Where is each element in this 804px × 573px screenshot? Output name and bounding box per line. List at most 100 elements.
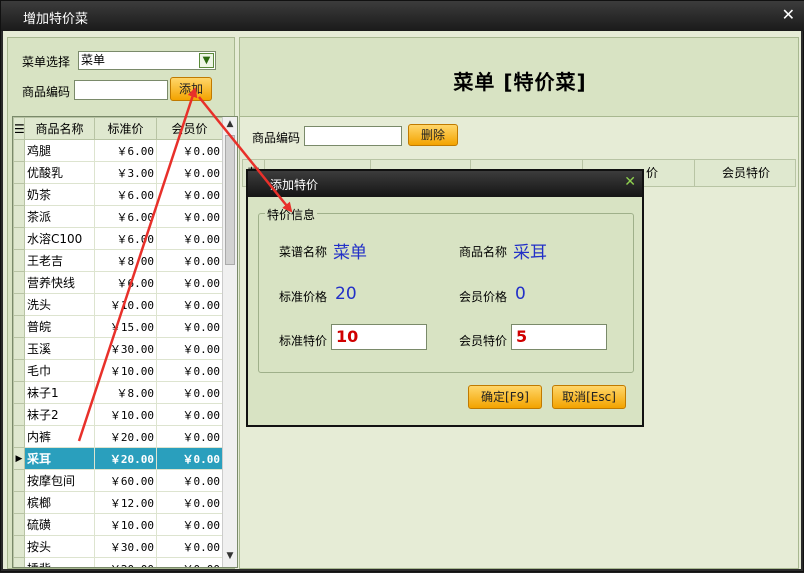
right-code-input[interactable]	[304, 126, 402, 146]
column-header-name[interactable]: 商品名称	[24, 117, 95, 140]
std-price-cell: ￥10.00	[94, 359, 157, 382]
window-title: 增加特价菜	[23, 12, 89, 27]
member-price-cell: ￥0.00	[156, 183, 223, 206]
table-row[interactable]: 奶茶 ￥6.00 ￥0.00	[13, 183, 223, 206]
std-price-cell: ￥12.00	[94, 491, 157, 514]
std-price-label: 标准价格	[279, 290, 328, 304]
std-price-cell: ￥20.00	[94, 425, 157, 448]
scroll-up-icon[interactable]: ▲	[223, 119, 237, 133]
member-price-cell: ￥0.00	[156, 381, 223, 404]
row-indicator[interactable]	[13, 293, 25, 316]
row-indicator[interactable]	[13, 249, 25, 272]
table-row[interactable]: 捶背￥20.00￥0.00	[13, 557, 223, 567]
code-label: 商品编码	[22, 85, 71, 99]
cancel-button[interactable]: 取消[Esc]	[552, 385, 626, 409]
product-name-cell: 茶派	[24, 205, 95, 228]
product-name-cell: 普皖	[24, 315, 95, 338]
std-price-cell: ￥6.00	[94, 183, 157, 206]
product-name-cell: 洗头	[24, 293, 95, 316]
row-indicator[interactable]	[13, 139, 25, 162]
table-row[interactable]: 优酸乳 ￥3.00 ￥0.00	[13, 161, 223, 184]
std-price-cell: ￥30.00	[94, 535, 157, 558]
row-indicator[interactable]	[13, 381, 25, 404]
product-name-cell: 水溶C100	[24, 227, 95, 250]
row-indicator[interactable]	[13, 557, 25, 567]
column-header-member-special[interactable]: 会员特价	[695, 160, 797, 186]
table-row[interactable]: 按摩包间 ￥60.00 ￥0.00	[13, 469, 223, 492]
table-row[interactable]: ▶ 采耳 ￥20.00 ￥0.00	[13, 447, 223, 470]
table-row[interactable]: 毛巾 ￥10.00 ￥0.00	[13, 359, 223, 382]
right-code-label: 商品编码	[252, 131, 301, 145]
std-price-cell: ￥20.00	[94, 557, 157, 567]
column-header-std-price[interactable]: 标准价	[94, 117, 157, 140]
product-name-cell: 玉溪	[24, 337, 95, 360]
row-indicator[interactable]	[13, 337, 25, 360]
row-indicator[interactable]	[13, 227, 25, 250]
member-price-cell: ￥0.00	[156, 447, 223, 470]
product-grid-header: ☰ 商品名称 标准价 会员价	[13, 117, 223, 140]
std-special-input[interactable]: 10	[331, 324, 427, 350]
member-price-cell: ￥0.00	[156, 491, 223, 514]
member-price-cell: ￥0.00	[156, 425, 223, 448]
code-input[interactable]	[74, 80, 168, 100]
product-name-cell: 王老吉	[24, 249, 95, 272]
dialog-title: 添加特价	[270, 178, 319, 192]
close-icon[interactable]: ✕	[782, 5, 795, 24]
confirm-button[interactable]: 确定[F9]	[468, 385, 542, 409]
table-row[interactable]: 按头 ￥30.00 ￥0.00	[13, 535, 223, 558]
product-name-cell: 按头	[24, 535, 95, 558]
delete-button[interactable]: 删除	[408, 124, 458, 146]
table-row[interactable]: 茶派 ￥6.00 ￥0.00	[13, 205, 223, 228]
vertical-scrollbar[interactable]: ▲ ▼	[222, 117, 237, 567]
table-row[interactable]: 水溶C100 ￥6.00 ￥0.00	[13, 227, 223, 250]
column-header-member-price[interactable]: 会员价	[156, 117, 223, 140]
member-price-label: 会员价格	[459, 290, 508, 304]
product-name-cell: 按摩包间	[24, 469, 95, 492]
close-icon[interactable]: ✕	[624, 174, 636, 190]
row-pointer-icon[interactable]: ▶	[13, 447, 25, 470]
member-price-cell: ￥0.00	[156, 403, 223, 426]
row-indicator[interactable]	[13, 491, 25, 514]
member-price-cell: ￥0.00	[156, 513, 223, 536]
menu-name-value: 菜单	[333, 243, 367, 263]
std-price-cell: ￥8.00	[94, 249, 157, 272]
menu-select[interactable]: 菜单 ▼	[78, 51, 216, 70]
table-row[interactable]: 营养快线 ￥6.00 ￥0.00	[13, 271, 223, 294]
table-row[interactable]: 内裤 ￥20.00 ￥0.00	[13, 425, 223, 448]
add-button[interactable]: 添加	[170, 77, 212, 101]
member-price-value: 0	[515, 284, 526, 304]
table-row[interactable]: 槟榔 ￥12.00 ￥0.00	[13, 491, 223, 514]
product-name-value: 采耳	[513, 243, 547, 263]
row-indicator[interactable]	[13, 513, 25, 536]
table-row[interactable]: 玉溪 ￥30.00 ￥0.00	[13, 337, 223, 360]
member-special-input[interactable]: 5	[511, 324, 607, 350]
table-row[interactable]: 袜子1 ￥8.00 ￥0.00	[13, 381, 223, 404]
product-name-cell: 槟榔	[24, 491, 95, 514]
special-info-group: 特价信息 菜谱名称 菜单 商品名称 采耳 标准价格 20 会员价格 0 标准特价…	[258, 206, 634, 373]
row-indicator[interactable]	[13, 271, 25, 294]
member-special-label: 会员特价	[459, 334, 508, 348]
table-row[interactable]: 鸡腿 ￥6.00 ￥0.00	[13, 139, 223, 162]
product-table: ☰ 商品名称 标准价 会员价 鸡腿 ￥6.00 ￥0.00 优酸乳 ￥3.00 ￥0.00…	[13, 117, 223, 567]
table-row[interactable]: 洗头 ￥10.00 ￥0.00	[13, 293, 223, 316]
chevron-down-icon[interactable]: ▼	[199, 53, 214, 68]
row-indicator[interactable]	[13, 359, 25, 382]
scroll-down-icon[interactable]: ▼	[223, 551, 237, 565]
row-indicator[interactable]	[13, 161, 25, 184]
row-indicator[interactable]	[13, 205, 25, 228]
product-name-cell: 袜子2	[24, 403, 95, 426]
row-indicator[interactable]	[13, 535, 25, 558]
row-indicator[interactable]	[13, 425, 25, 448]
row-indicator[interactable]	[13, 403, 25, 426]
table-row[interactable]: 普皖 ￥15.00 ￥0.00	[13, 315, 223, 338]
table-row[interactable]: 硫磺 ￥10.00 ￥0.00	[13, 513, 223, 536]
table-row[interactable]: 王老吉 ￥8.00 ￥0.00	[13, 249, 223, 272]
table-row[interactable]: 袜子2 ￥10.00 ￥0.00	[13, 403, 223, 426]
product-name-cell: 优酸乳	[24, 161, 95, 184]
row-indicator[interactable]	[13, 315, 25, 338]
std-special-label: 标准特价	[279, 334, 328, 348]
std-price-value: 20	[335, 284, 357, 304]
row-indicator[interactable]	[13, 183, 25, 206]
scroll-thumb[interactable]	[225, 135, 235, 265]
row-indicator[interactable]	[13, 469, 25, 492]
